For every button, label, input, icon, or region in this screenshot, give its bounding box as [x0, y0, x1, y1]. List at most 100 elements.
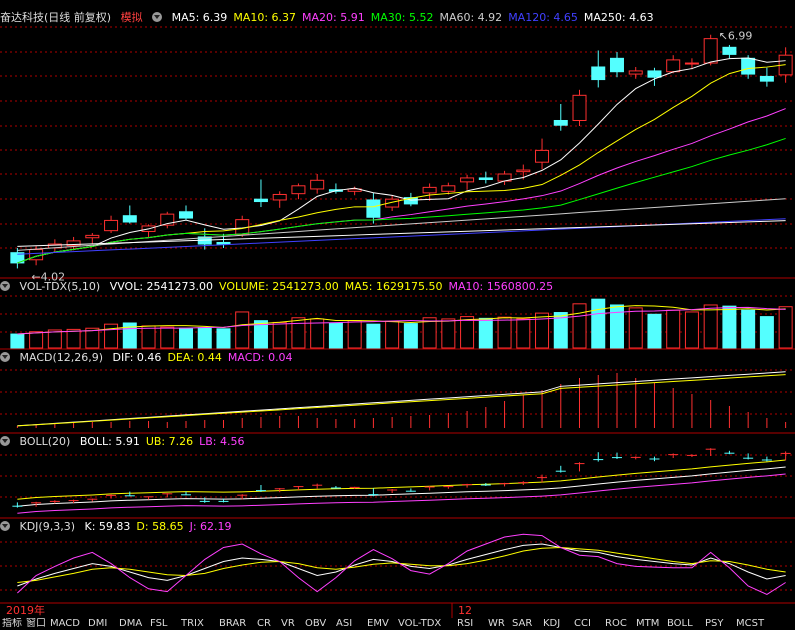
- chevron-down-icon[interactable]: [0, 521, 10, 531]
- indicator-tab-16[interactable]: SAR: [512, 618, 532, 630]
- candle-body-27: [516, 169, 531, 173]
- volume-bar-31: [591, 298, 606, 349]
- indicator-tab-20[interactable]: MTM: [636, 618, 659, 630]
- volume-bar-8: [160, 326, 175, 349]
- volume-bar-24: [460, 316, 475, 349]
- candle-body-4: [85, 234, 100, 239]
- volume-indicator-name[interactable]: VOL-TDX(5,10): [20, 280, 101, 293]
- macd-legend: DIF: 0.46 DEA: 0.44 MACD: 0.04: [113, 351, 299, 364]
- indicator-tab-19[interactable]: ROC: [605, 618, 627, 630]
- kdj-header: KDJ(9,3,3) K: 59.83 D: 58.65 J: 62.19: [0, 519, 244, 535]
- chevron-down-icon[interactable]: [152, 12, 163, 22]
- indicator-tab-8[interactable]: CR: [257, 618, 271, 630]
- indicator-tab-3[interactable]: DMI: [88, 618, 107, 630]
- volume-bar-33: [628, 307, 643, 349]
- indicator-tab-14[interactable]: RSI: [457, 618, 473, 630]
- candle-body-37: [703, 38, 718, 64]
- boll-indicator-name[interactable]: BOLL(20): [20, 435, 71, 448]
- volume-bar-30: [572, 303, 587, 349]
- macd-header: MACD(12,26,9) DIF: 0.46 DEA: 0.44 MACD: 0.…: [0, 350, 305, 366]
- indicator-tab-7[interactable]: BRAR: [219, 618, 246, 630]
- volume-legend: VVOL: 2541273.00 VOLUME: 2541273.00 MA5: 1…: [110, 280, 560, 293]
- ma-label-5: MA120: 4.65: [508, 11, 578, 24]
- volume-bar-2: [47, 329, 62, 349]
- volume-header: VOL-TDX(5,10) VVOL: 2541273.00 VOLUME: 25…: [0, 279, 565, 295]
- indicator-tab-4[interactable]: DMA: [119, 618, 142, 630]
- indicator-tab-1[interactable]: 窗口: [26, 618, 46, 630]
- volume-bar-32: [609, 304, 624, 349]
- stock-title: 奋达科技(日线 前复权): [0, 11, 112, 24]
- chevron-down-icon[interactable]: [0, 436, 10, 446]
- indicator-tab-22[interactable]: PSY: [705, 618, 724, 630]
- volume-bar-35: [666, 309, 681, 349]
- indicator-tab-11[interactable]: ASI: [336, 618, 352, 630]
- volume-bar-0: [10, 333, 25, 349]
- chevron-down-icon[interactable]: [0, 281, 10, 291]
- candle-body-33: [628, 70, 643, 75]
- volume-bar-34: [647, 313, 662, 349]
- indicator-tab-12[interactable]: EMV: [367, 618, 389, 630]
- kdj-label-1: D: 58.65: [136, 520, 184, 533]
- boll-label-2: LB: 4.56: [199, 435, 245, 448]
- volume-bar-21: [403, 323, 418, 349]
- indicator-tab-9[interactable]: VR: [281, 618, 295, 630]
- candle-body-23: [441, 185, 456, 192]
- volume-bar-11: [216, 328, 231, 349]
- volume-bar-17: [328, 322, 343, 349]
- volume-bar-26: [497, 316, 512, 349]
- candle-body-9: [179, 211, 194, 219]
- kdj-indicator-name[interactable]: KDJ(9,3,3): [20, 520, 76, 533]
- volume-bar-22: [422, 317, 437, 349]
- macd-label-1: DEA: 0.44: [167, 351, 222, 364]
- volume-bar-12: [235, 311, 250, 349]
- kdj-label-2: J: 62.19: [189, 520, 232, 533]
- chevron-down-icon[interactable]: [0, 352, 10, 362]
- time-axis: 2019年 12: [0, 604, 795, 618]
- time-label-month: 12: [458, 604, 472, 617]
- simulate-label[interactable]: 模拟: [121, 11, 143, 24]
- boll-header: BOLL(20) BOLL: 5.91 UB: 7.26 LB: 4.56: [0, 434, 257, 450]
- indicator-tab-2[interactable]: MACD: [50, 618, 80, 630]
- ma-label-0: MA5: 6.39: [171, 11, 228, 24]
- indicator-tab-10[interactable]: OBV: [305, 618, 326, 630]
- boll-legend: BOLL: 5.91 UB: 7.26 LB: 4.56: [80, 435, 251, 448]
- candle-body-15: [291, 185, 306, 195]
- volume-bar-5: [104, 323, 119, 349]
- volume-bar-39: [741, 309, 756, 349]
- kdj-legend: K: 59.83 D: 58.65 J: 62.19: [85, 520, 238, 533]
- volume-bar-27: [516, 318, 531, 349]
- ma-legend: MA5: 6.39 MA10: 6.37 MA20: 5.91 MA30: 5.52 M…: [172, 11, 660, 24]
- boll-mid-line: [17, 466, 786, 507]
- indicator-tab-6[interactable]: TRIX: [181, 618, 204, 630]
- kdj-j-line: [17, 533, 786, 595]
- vol-label-2: MA5: 1629175.50: [344, 280, 443, 293]
- volume-bar-9: [179, 327, 194, 349]
- boll-upper-line: [17, 459, 786, 500]
- indicator-tab-15[interactable]: WR: [488, 618, 505, 630]
- indicator-tab-18[interactable]: CCI: [574, 618, 591, 630]
- candle-body-6: [122, 215, 137, 223]
- indicator-tab-17[interactable]: KDJ: [543, 618, 560, 630]
- candle-body-36: [684, 62, 699, 65]
- main-chart-header: 奋达科技(日线 前复权) 模拟 MA5: 6.39 MA10: 6.37 MA20:…: [0, 10, 666, 26]
- volume-bar-20: [385, 320, 400, 349]
- indicator-tab-23[interactable]: MCST: [736, 618, 764, 630]
- indicator-tab-13[interactable]: VOL-TDX: [398, 618, 441, 630]
- vol-label-1: VOLUME: 2541273.00: [219, 280, 339, 293]
- volume-bar-19: [366, 323, 381, 349]
- indicator-tab-5[interactable]: FSL: [150, 618, 168, 630]
- candle-body-35: [666, 59, 681, 73]
- indicator-tab-bar: 指标 窗口 MACD DMI DMA FSL TRIX BRAR CR VR OBV ASI EMV VO…: [0, 618, 795, 630]
- ma-label-3: MA30: 5.52: [370, 11, 434, 24]
- indicator-tab-0[interactable]: 指标: [2, 618, 22, 630]
- indicator-tab-21[interactable]: BOLL: [667, 618, 693, 630]
- ma-label-6: MA250: 4.63: [583, 11, 654, 24]
- candle-body-40: [759, 75, 774, 82]
- candle-body-34: [647, 70, 662, 78]
- candle-body-38: [722, 46, 737, 55]
- macd-label-0: DIF: 0.46: [112, 351, 162, 364]
- ma5-line: [17, 57, 786, 264]
- macd-indicator-name[interactable]: MACD(12,26,9): [20, 351, 104, 364]
- macd-label-2: MACD: 0.04: [227, 351, 293, 364]
- volume-bar-14: [272, 321, 287, 349]
